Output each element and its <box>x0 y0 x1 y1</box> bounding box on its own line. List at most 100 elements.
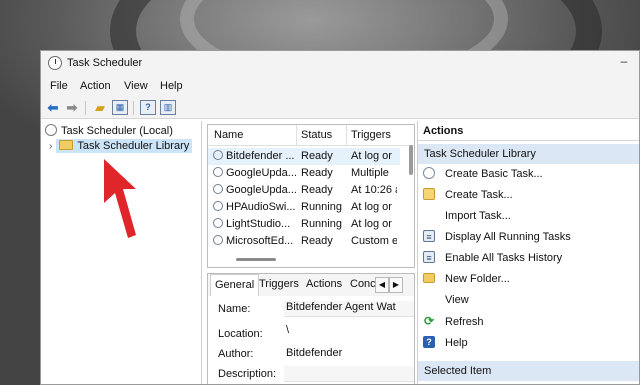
task-trigger: At log or <box>351 218 392 230</box>
field-label: Description: <box>218 368 277 380</box>
task-icon <box>213 218 223 228</box>
action-label: Help <box>445 337 468 349</box>
task-row[interactable]: MicrosoftEd... Ready Custom e <box>208 233 400 250</box>
title-bar[interactable]: Task Scheduler – <box>41 51 639 77</box>
actions-pane: Actions Task Scheduler Library Create Ba… <box>417 121 639 384</box>
menu-view[interactable]: View <box>124 80 148 92</box>
task-trigger: Custom e <box>351 235 397 247</box>
toolbar-separator <box>85 101 86 115</box>
refresh-icon: ⟳ <box>423 314 435 328</box>
action-label: View <box>445 294 469 306</box>
task-name: LightStudio... <box>226 218 291 230</box>
action-label: New Folder... <box>445 273 510 285</box>
show-hide-tree-icon[interactable]: ▦ <box>112 100 128 115</box>
tab-general[interactable]: General <box>210 274 260 296</box>
horizontal-scrollbar[interactable] <box>236 258 276 261</box>
task-status: Running <box>301 218 342 230</box>
tab-scroll-right-icon[interactable]: ▶ <box>389 277 403 293</box>
clock-icon <box>423 167 435 179</box>
minimize-button[interactable]: – <box>615 54 633 70</box>
action-create-task[interactable]: Create Task... <box>418 185 639 205</box>
tree-root-label: Task Scheduler (Local) <box>61 125 173 137</box>
details-tab-strip: General Triggers Actions Conc ◀ ▶ <box>208 274 414 297</box>
task-trigger: Multiple <box>351 167 389 179</box>
forward-arrow-icon[interactable]: ➡ <box>64 100 80 115</box>
general-tab-body: Name: Bitdefender Agent Wat Location: \ … <box>208 296 414 384</box>
toolbar: ⬅ ➡ ▰ ▦ ? ▥ <box>41 97 639 119</box>
chevron-right-icon[interactable]: › <box>49 141 52 152</box>
show-action-pane-icon[interactable]: ▥ <box>160 100 176 115</box>
red-arrow-annotation <box>104 159 136 238</box>
task-details-pane: General Triggers Actions Conc ◀ ▶ Name: … <box>207 273 415 384</box>
task-icon <box>213 184 223 194</box>
tab-scroll-left-icon[interactable]: ◀ <box>375 277 389 293</box>
menu-file[interactable]: File <box>50 80 68 92</box>
task-trigger: At log or <box>351 201 392 213</box>
column-divider[interactable] <box>296 125 297 145</box>
action-display-running[interactable]: ≡ Display All Running Tasks <box>418 227 639 247</box>
tree-root[interactable]: Task Scheduler (Local) <box>45 124 173 137</box>
action-import-task[interactable]: Import Task... <box>418 206 639 226</box>
column-status[interactable]: Status <box>301 129 332 141</box>
folder-icon <box>423 273 435 283</box>
task-trigger: At log or <box>351 150 392 162</box>
tree-library[interactable]: › Task Scheduler Library <box>49 139 193 153</box>
actions-section-selected-item[interactable]: Selected Item <box>418 361 639 381</box>
task-row[interactable]: Bitdefender ... Ready At log or <box>208 148 400 165</box>
window-title: Task Scheduler <box>67 57 143 69</box>
menu-help[interactable]: Help <box>160 80 183 92</box>
tab-actions[interactable]: Actions <box>303 278 345 290</box>
task-status: Ready <box>301 235 333 247</box>
task-icon <box>213 167 223 177</box>
column-divider[interactable] <box>346 125 347 145</box>
field-label: Location: <box>218 328 263 340</box>
action-label: Refresh <box>445 316 484 328</box>
task-name: GoogleUpda... <box>226 184 297 196</box>
toolbar-separator <box>133 101 134 115</box>
action-new-folder[interactable]: New Folder... <box>418 269 639 289</box>
task-row[interactable]: LightStudio... Running At log or <box>208 216 400 233</box>
task-icon <box>423 188 435 200</box>
action-help[interactable]: ? Help <box>418 333 639 353</box>
task-status: Ready <box>301 167 333 179</box>
name-field[interactable]: Bitdefender Agent Wat <box>284 301 414 317</box>
action-label: Create Task... <box>445 189 513 201</box>
clock-icon <box>48 56 62 70</box>
task-row[interactable]: GoogleUpda... Ready At 10:26 a <box>208 182 400 199</box>
actions-header: Actions <box>418 121 639 141</box>
task-list-header: Name Status Triggers <box>208 125 414 146</box>
tab-triggers[interactable]: Triggers <box>256 278 302 290</box>
action-create-basic-task[interactable]: Create Basic Task... <box>418 164 639 184</box>
vertical-scrollbar[interactable] <box>409 145 413 175</box>
help-icon[interactable]: ? <box>140 100 156 115</box>
task-status: Ready <box>301 150 333 162</box>
up-folder-icon[interactable]: ▰ <box>92 100 108 115</box>
column-name[interactable]: Name <box>214 129 243 141</box>
action-view[interactable]: View <box>418 290 639 310</box>
back-arrow-icon[interactable]: ⬅ <box>45 100 61 115</box>
action-refresh[interactable]: ⟳ Refresh <box>418 312 639 332</box>
field-label: Name: <box>218 303 251 315</box>
author-field: Bitdefender <box>286 347 343 359</box>
action-label: Create Basic Task... <box>445 168 543 180</box>
actions-section-library[interactable]: Task Scheduler Library <box>418 144 639 164</box>
task-row[interactable]: HPAudioSwi... Running At log or <box>208 199 400 216</box>
list-icon: ≡ <box>423 230 435 242</box>
column-triggers[interactable]: Triggers <box>351 129 391 141</box>
task-status: Ready <box>301 184 333 196</box>
task-name: GoogleUpda... <box>226 167 297 179</box>
action-enable-history[interactable]: ≡ Enable All Tasks History <box>418 248 639 268</box>
menu-action[interactable]: Action <box>80 80 111 92</box>
task-icon <box>213 201 223 211</box>
clock-icon <box>45 124 57 136</box>
menu-bar: File Action View Help <box>41 77 639 97</box>
location-field: \ <box>286 324 290 336</box>
task-icon <box>213 150 223 160</box>
task-name: MicrosoftEd... <box>226 235 294 247</box>
action-label: Display All Running Tasks <box>445 231 571 243</box>
task-trigger: At 10:26 a <box>351 184 397 196</box>
description-field[interactable] <box>284 366 414 382</box>
task-row[interactable]: GoogleUpda... Ready Multiple <box>208 165 400 182</box>
action-label: Enable All Tasks History <box>445 252 563 264</box>
tab-conditions[interactable]: Conc <box>347 278 379 290</box>
